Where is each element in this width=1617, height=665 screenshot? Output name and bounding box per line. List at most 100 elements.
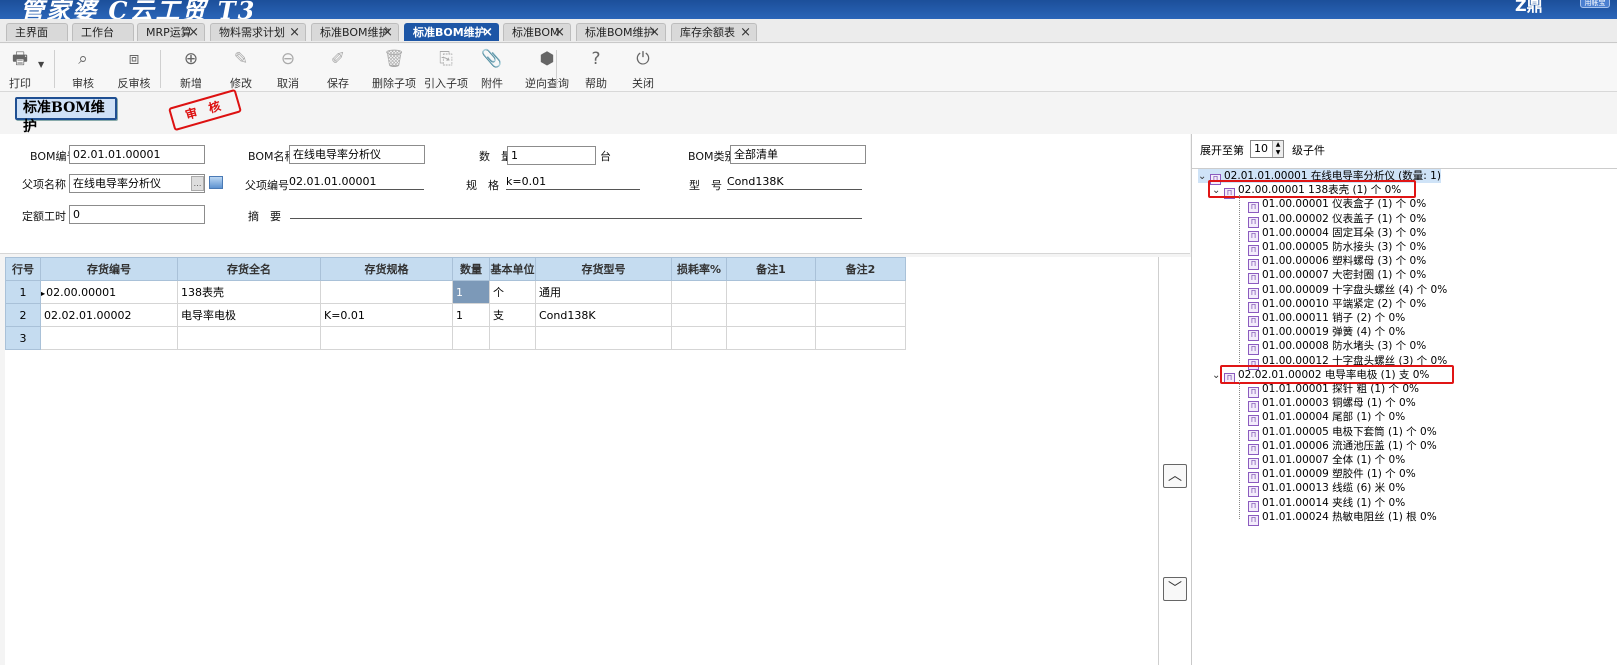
tab-8[interactable]: 库存余额表 × [671, 23, 757, 41]
toolbar-plus-circle-button[interactable]: ⊕ 新增 [173, 48, 209, 91]
close-icon[interactable]: × [649, 24, 660, 41]
toolbar-paperclip-button[interactable]: 📎 附件 [474, 48, 510, 91]
table-cell[interactable] [815, 303, 906, 327]
tab-4[interactable]: 标准BOM维护 × [311, 23, 399, 41]
toolbar-import-button[interactable]: ⎘ 引入子项 [421, 48, 471, 91]
tree-leaf-node[interactable]: Π 01.01.00024 热敏电阻丝 (1) 根 0% [1248, 510, 1437, 526]
table-cell[interactable] [671, 280, 727, 304]
bom-no-field[interactable]: 02.01.01.00001 [69, 145, 205, 164]
tab-7[interactable]: 标准BOM维护 × [576, 23, 666, 41]
scroll-down-button[interactable]: ﹀ [1163, 577, 1187, 601]
table-cell[interactable]: 02.02.01.00002 [40, 303, 178, 327]
column-header[interactable]: 基本单位 [489, 257, 536, 281]
tree-leaf-node[interactable]: Π 01.00.00019 弹簧 (4) 个 0% [1248, 325, 1405, 342]
expand-level-spinner[interactable]: 10 ▲ ▼ [1250, 140, 1284, 158]
tree-leaf-node[interactable]: Π 01.00.00005 防水接头 (3) 个 0% [1248, 240, 1426, 256]
tree-leaf-node[interactable]: Π 01.00.00004 固定耳朵 (3) 个 0% [1248, 226, 1426, 242]
table-row[interactable]: 2 02.02.01.00002 电导率电极 K=0.01 1 支 Cond138K [5, 303, 906, 327]
parent-select-icon[interactable]: … [191, 176, 204, 191]
table-cell[interactable] [726, 280, 816, 304]
service-pill[interactable]: 用帐宝 [1580, 0, 1610, 8]
table-cell[interactable] [489, 326, 536, 350]
tree-leaf-node[interactable]: Π 01.00.00006 塑料螺母 (3) 个 0% [1248, 254, 1426, 271]
tab-6[interactable]: 标准BOM × [503, 23, 571, 41]
bom-name-field[interactable]: 在线电导率分析仪 [289, 145, 425, 164]
work-hours-field[interactable]: 0 [69, 205, 205, 224]
table-cell[interactable] [535, 326, 672, 350]
toolbar-brush-button[interactable]: ✐ 保存 [320, 48, 356, 91]
tree-leaf-node[interactable]: Π 01.00.00011 销子 (2) 个 0% [1248, 311, 1405, 327]
user-name[interactable]: Z鼎 [1515, 0, 1543, 16]
table-cell[interactable] [726, 303, 816, 327]
table-cell[interactable]: 138表壳 [177, 280, 321, 304]
table-cell[interactable]: 1 [452, 303, 490, 327]
table-cell[interactable] [320, 326, 453, 350]
tab-3[interactable]: 物料需求计划 × [210, 23, 306, 41]
table-cell[interactable]: 个 [489, 280, 536, 304]
toolbar-printer-button[interactable]: 🖶 打印 [6, 48, 34, 91]
image-icon[interactable] [209, 176, 223, 189]
table-row[interactable]: 1▶02.00.00001138表壳1个通用 [5, 280, 906, 304]
table-cell[interactable]: 1 [452, 280, 490, 304]
table-cell[interactable] [815, 326, 906, 350]
tree-leaf-node[interactable]: Π 01.01.00013 线缆 (6) 米 0% [1248, 481, 1405, 498]
bom-type-field[interactable]: 全部清单 [730, 145, 866, 164]
tree-leaf-node[interactable]: Π 01.01.00005 电极下套筒 (1) 个 0% [1248, 425, 1437, 441]
tree-leaf-node[interactable]: Π 01.00.00002 仪表盖子 (1) 个 0% [1248, 212, 1426, 228]
close-icon[interactable]: × [740, 24, 751, 41]
scroll-up-button[interactable]: ︿ [1163, 464, 1187, 488]
table-cell[interactable] [40, 326, 178, 350]
table-cell[interactable] [726, 326, 816, 350]
table-cell[interactable] [177, 326, 321, 350]
close-icon[interactable]: × [188, 24, 199, 41]
table-cell[interactable] [320, 280, 453, 304]
spinner-arrows-icon[interactable]: ▲ ▼ [1272, 141, 1283, 157]
column-header[interactable]: 数量 [452, 257, 490, 281]
tree-leaf-node[interactable]: Π 01.01.00007 全体 (1) 个 0% [1248, 453, 1405, 469]
table-cell[interactable] [815, 280, 906, 304]
summary-field[interactable] [290, 204, 862, 219]
column-header[interactable]: 备注1 [726, 257, 816, 281]
tree-leaf-node[interactable]: Π 01.01.00003 铜螺母 (1) 个 0% [1248, 396, 1416, 413]
tab-0[interactable]: 主界面 [6, 23, 68, 41]
tab-5[interactable]: 标准BOM维护 × [404, 23, 499, 41]
close-icon[interactable]: × [482, 24, 493, 41]
table-row[interactable]: 3 [5, 326, 906, 350]
tab-2[interactable]: MRP运算 × [137, 23, 205, 41]
toolbar-trash-button[interactable]: 🗑 删除子项 [366, 48, 422, 91]
tree-leaf-node[interactable]: Π 01.01.00001 探针 粗 (1) 个 0% [1248, 382, 1419, 398]
close-icon[interactable]: × [289, 24, 300, 41]
column-header[interactable]: 存货规格 [320, 257, 453, 281]
table-cell[interactable] [452, 326, 490, 350]
column-header[interactable]: 存货全名 [177, 257, 321, 281]
tab-1[interactable]: 工作台 [72, 23, 134, 41]
toolbar-power-button[interactable]: ⏻ 关闭 [625, 48, 661, 91]
toolbar-cube-button[interactable]: ⬢ 逆向查询 [521, 48, 573, 91]
qty-field[interactable]: 1 [507, 146, 596, 165]
column-header[interactable]: 存货编号 [40, 257, 178, 281]
tree-leaf-node[interactable]: Π 01.00.00008 防水堵头 (3) 个 0% [1248, 339, 1426, 356]
column-header[interactable]: 行号 [5, 257, 41, 281]
tree-leaf-node[interactable]: Π 01.00.00001 仪表盒子 (1) 个 0% [1248, 197, 1426, 214]
tree-leaf-node[interactable]: Π 01.01.00014 夹线 (1) 个 0% [1248, 496, 1405, 512]
close-icon[interactable]: × [382, 24, 393, 41]
column-header[interactable]: 损耗率% [671, 257, 727, 281]
print-dropdown-icon[interactable]: ▼ [38, 60, 44, 69]
toolbar-edit-button[interactable]: ✎ 修改 [223, 48, 259, 91]
grid-vertical-scroll[interactable]: ︿ ﹀ [1158, 257, 1191, 665]
column-header[interactable]: 备注2 [815, 257, 906, 281]
table-cell[interactable]: ▶02.00.00001 [40, 280, 178, 304]
tree-leaf-node[interactable]: Π 01.01.00006 流通池压盖 (1) 个 0% [1248, 439, 1437, 455]
tree-leaf-node[interactable]: Π 01.01.00009 塑胶件 (1) 个 0% [1248, 467, 1416, 484]
table-cell[interactable] [671, 303, 727, 327]
tree-leaf-node[interactable]: Π 01.00.00009 十字盘头螺丝 (4) 个 0% [1248, 283, 1447, 299]
table-cell[interactable]: 电导率电极 [177, 303, 321, 327]
toolbar-minus-circle-button[interactable]: ⊖ 取消 [270, 48, 306, 91]
column-header[interactable]: 存货型号 [535, 257, 672, 281]
tree-leaf-node[interactable]: Π 01.00.00007 大密封圈 (1) 个 0% [1248, 268, 1426, 285]
tree-leaf-node[interactable]: Π 01.01.00004 尾部 (1) 个 0% [1248, 410, 1405, 427]
table-cell[interactable] [671, 326, 727, 350]
toolbar-search-button[interactable]: ⌕ 审核 [65, 48, 101, 91]
parent-name-field[interactable]: 在线电导率分析仪 [69, 174, 205, 193]
tree-leaf-node[interactable]: Π 01.00.00010 平端紧定 (2) 个 0% [1248, 297, 1426, 313]
